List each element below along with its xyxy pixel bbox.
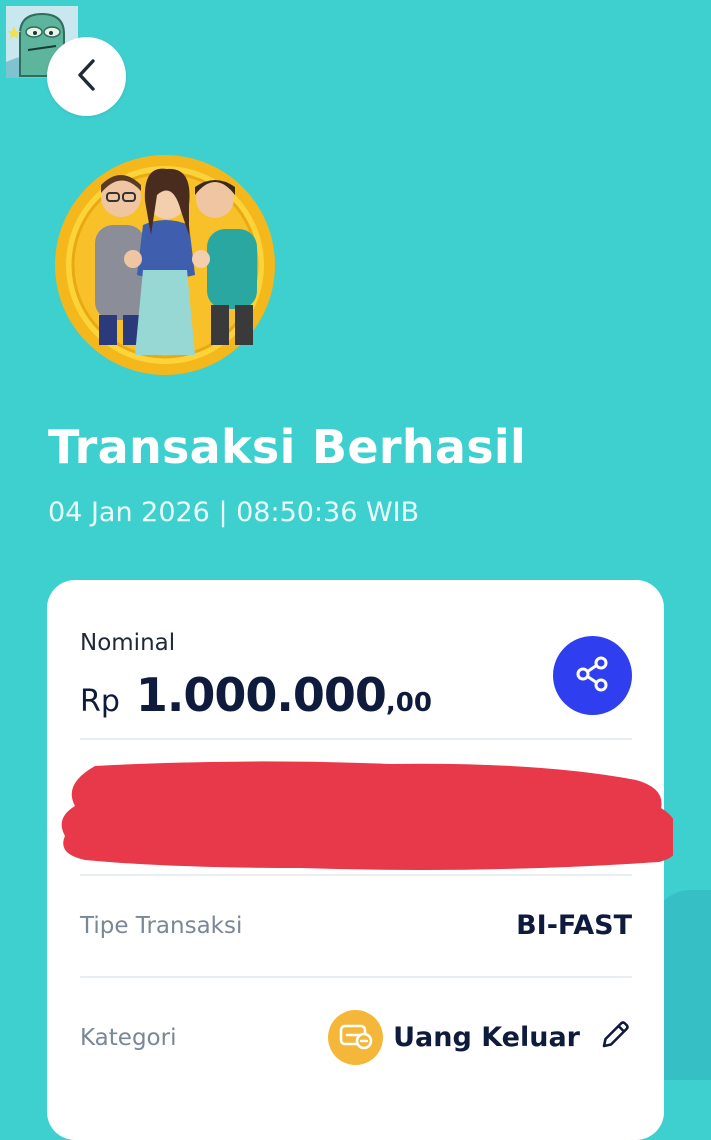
share-icon [574, 655, 612, 697]
redacted-recipient-info [61, 758, 678, 874]
share-button[interactable] [553, 636, 632, 715]
transaction-type-value: BI-FAST [516, 910, 632, 941]
chevron-left-icon [74, 58, 100, 96]
pencil-icon[interactable] [598, 1018, 632, 1056]
amount-integer: 1.000.000 [135, 668, 387, 722]
category-selector[interactable]: Uang Keluar [328, 1008, 632, 1066]
amount-decimal: ,00 [385, 688, 432, 718]
money-out-icon [328, 1009, 384, 1065]
success-illustration [55, 155, 275, 375]
divider [80, 874, 632, 876]
divider [80, 738, 632, 740]
back-button[interactable] [47, 37, 126, 116]
amount-display: Rp 1.000.000 ,00 [80, 668, 432, 722]
transaction-datetime: 04 Jan 2026 | 08:50:36 WIB [48, 497, 420, 528]
currency-label: Rp [80, 684, 120, 719]
category-label: Kategori [80, 1025, 177, 1051]
transaction-type-label: Tipe Transaksi [80, 913, 243, 939]
nominal-label: Nominal [80, 630, 176, 656]
receipt-card: Nominal Rp 1.000.000 ,00 Tipe Transaksi … [47, 580, 678, 1140]
category-value: Uang Keluar [393, 1021, 580, 1053]
divider [80, 976, 632, 978]
page-title: Transaksi Berhasil [48, 420, 527, 474]
